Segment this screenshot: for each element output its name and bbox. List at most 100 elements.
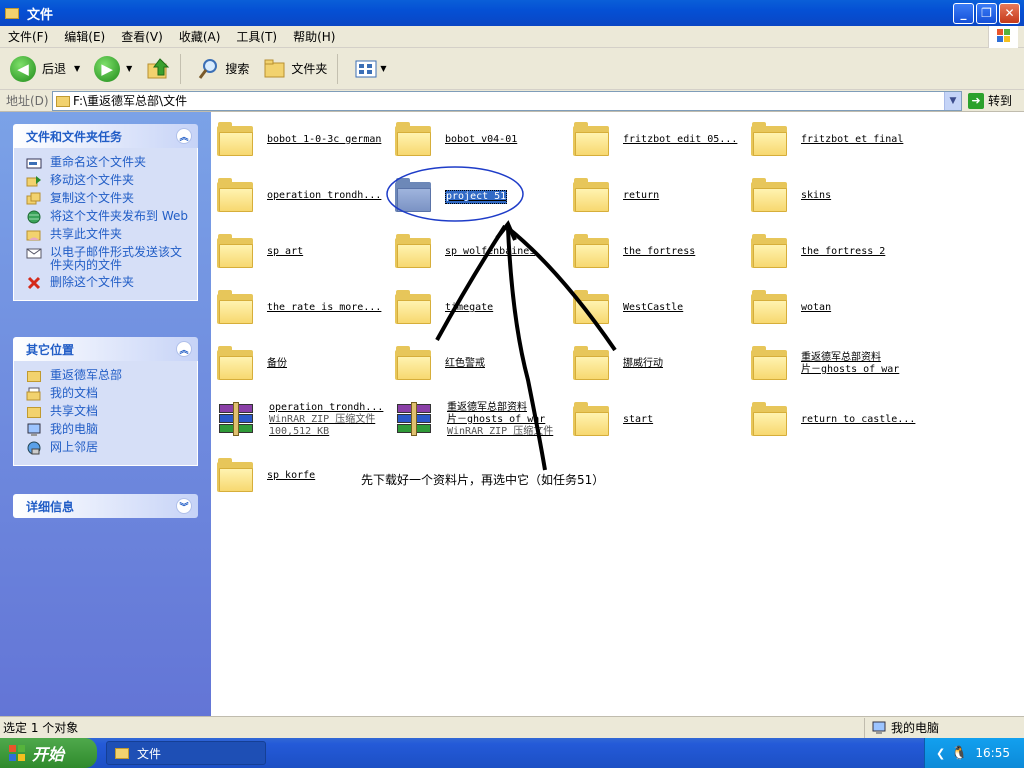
menu-view[interactable]: 查看(V) <box>113 28 171 45</box>
task-move[interactable]: 移动这个文件夹 <box>26 174 191 188</box>
title-bar[interactable]: 文件 _ ❐ ✕ <box>0 0 1024 26</box>
restore-button[interactable]: ❐ <box>976 2 997 24</box>
folder-item[interactable]: return <box>573 178 659 214</box>
archive-file-item[interactable]: 重返德军总部资料 片－ghosts of war WinRAR ZIP 压缩文件 <box>395 402 553 438</box>
expand-chevron-down-icon[interactable]: ︾ <box>176 498 192 514</box>
place-my-computer[interactable]: 我的电脑 <box>26 423 191 437</box>
folder-item[interactable]: sp art <box>217 234 303 270</box>
details-header[interactable]: 详细信息 ︾ <box>13 494 198 518</box>
folder-item[interactable]: bobot 1-0-3c german <box>217 122 381 158</box>
folder-icon <box>395 122 433 158</box>
folder-item[interactable]: 重返德军总部资料 片－ghosts of war <box>751 346 899 382</box>
file-list[interactable]: bobot 1-0-3c german bobot v04-01 fritzbot … <box>211 112 1024 716</box>
winrar-archive-icon <box>395 402 435 438</box>
file-name: fritzbot et final <box>801 134 903 146</box>
menu-help[interactable]: 帮助(H) <box>285 28 343 45</box>
task-share[interactable]: 共享此文件夹 <box>26 228 191 242</box>
folder-icon <box>573 234 611 270</box>
back-button[interactable]: ◀ 后退 ▼ <box>6 54 84 84</box>
file-name-line: 红色警戒 <box>445 358 485 369</box>
folder-item[interactable]: the rate is more... <box>217 290 381 326</box>
file-name-line: 重返德军总部资料 <box>447 402 527 413</box>
folder-item[interactable]: wotan <box>751 290 831 326</box>
file-name-line: 备份 <box>267 358 287 369</box>
documents-icon <box>26 387 42 401</box>
folder-item[interactable]: start <box>573 402 653 438</box>
windows-logo-icon <box>988 26 1018 48</box>
other-places-header[interactable]: 其它位置 ︽ <box>13 337 198 361</box>
task-email[interactable]: 以电子邮件形式发送该文件夹内的文件 <box>26 246 191 272</box>
folder-item[interactable]: skins <box>751 178 831 214</box>
address-input[interactable]: F:\重返德军总部\文件 ▼ <box>52 90 962 111</box>
task-delete[interactable]: 删除这个文件夹 <box>26 276 191 290</box>
file-name: sp korfe <box>267 470 315 482</box>
file-name-line: 片－ghosts of war <box>801 364 900 375</box>
folder-item[interactable]: WestCastle <box>573 290 683 326</box>
file-name: 重返德军总部资料 片－ghosts of war WinRAR ZIP 压缩文件 <box>447 402 553 438</box>
chevron-down-icon[interactable]: ▼ <box>74 64 80 73</box>
address-bar: 地址(D) F:\重返德军总部\文件 ▼ ➜ 转到 <box>0 90 1024 112</box>
forward-arrow-icon: ▶ <box>94 55 121 82</box>
folder-item[interactable]: return to castle... <box>751 402 915 438</box>
folder-icon <box>573 122 611 158</box>
file-name: the rate is more... <box>267 302 381 314</box>
file-tasks-header[interactable]: 文件和文件夹任务 ︽ <box>13 124 198 148</box>
search-button[interactable]: 搜索 <box>193 55 253 83</box>
close-button[interactable]: ✕ <box>999 2 1020 24</box>
place-my-documents[interactable]: 我的文档 <box>26 387 191 401</box>
taskbar-window-button[interactable]: 文件 <box>106 741 266 765</box>
folders-button[interactable]: 文件夹 <box>259 55 331 83</box>
file-name: 备份 <box>267 358 287 370</box>
folder-item[interactable]: operation trondh... <box>217 178 381 214</box>
folder-icon <box>217 178 255 214</box>
folder-item[interactable]: project 51 <box>395 178 508 214</box>
folder-icon <box>217 290 255 326</box>
folder-item[interactable]: timegate <box>395 290 493 326</box>
other-places-title: 其它位置 <box>26 342 75 357</box>
collapse-chevron-up-icon[interactable]: ︽ <box>176 341 192 357</box>
folder-item[interactable]: 挪威行动 <box>573 346 663 382</box>
menu-favorites[interactable]: 收藏(A) <box>171 28 229 45</box>
go-button[interactable]: ➜ 转到 <box>968 92 1012 109</box>
chevron-down-icon[interactable]: ▼ <box>126 64 132 73</box>
views-button[interactable]: ▼ <box>350 56 390 82</box>
folder-item[interactable]: 红色警戒 <box>395 346 485 382</box>
folder-item[interactable]: sp korfe <box>217 458 315 494</box>
folder-icon <box>115 747 129 759</box>
folder-item[interactable]: fritzbot edit 05... <box>573 122 737 158</box>
up-folder-button[interactable] <box>142 55 174 83</box>
task-rename[interactable]: 重命名这个文件夹 <box>26 156 191 170</box>
folder-item[interactable]: the fortress 2 <box>751 234 885 270</box>
file-name-line: the fortress <box>623 246 696 257</box>
folder-item[interactable]: fritzbot et final <box>751 122 903 158</box>
tray-expand-chevron-left-icon[interactable]: ❮ <box>936 747 945 760</box>
minimize-button[interactable]: _ <box>953 2 974 24</box>
folder-item[interactable]: the fortress <box>573 234 695 270</box>
task-copy[interactable]: 复制这个文件夹 <box>26 192 191 206</box>
chevron-down-icon[interactable]: ▼ <box>380 64 386 73</box>
file-name: sp wolfenbaines <box>445 246 535 258</box>
collapse-chevron-up-icon[interactable]: ︽ <box>176 128 192 144</box>
file-name-line: skins <box>801 190 832 201</box>
folder-item[interactable]: bobot v04-01 <box>395 122 517 158</box>
file-name: start <box>623 414 653 426</box>
file-name: bobot v04-01 <box>445 134 517 146</box>
file-name-line: 片－ghosts of war <box>447 414 546 425</box>
menu-tools[interactable]: 工具(T) <box>228 28 285 45</box>
place-shared-documents[interactable]: 共享文档 <box>26 405 191 419</box>
place-network[interactable]: 网上邻居 <box>26 441 191 455</box>
start-button[interactable]: 开始 <box>0 738 97 768</box>
address-value: F:\重返德军总部\文件 <box>73 94 188 108</box>
archive-file-item[interactable]: operation trondh... WinRAR ZIP 压缩文件 100,51… <box>217 402 383 438</box>
folder-item[interactable]: sp wolfenbaines <box>395 234 535 270</box>
address-dropdown-chevron-down-icon[interactable]: ▼ <box>944 91 961 110</box>
folder-icon <box>395 290 433 326</box>
qq-penguin-icon[interactable]: 🐧 <box>951 746 967 761</box>
menu-file[interactable]: 文件(F) <box>0 28 56 45</box>
folder-item[interactable]: 备份 <box>217 346 287 382</box>
forward-button[interactable]: ▶ ▼ <box>90 54 136 84</box>
menu-edit[interactable]: 编辑(E) <box>56 28 113 45</box>
task-publish-web[interactable]: 将这个文件夹发布到 Web <box>26 210 191 224</box>
place-parent-folder[interactable]: 重返德军总部 <box>26 369 191 383</box>
file-name-line: WestCastle <box>623 302 684 313</box>
